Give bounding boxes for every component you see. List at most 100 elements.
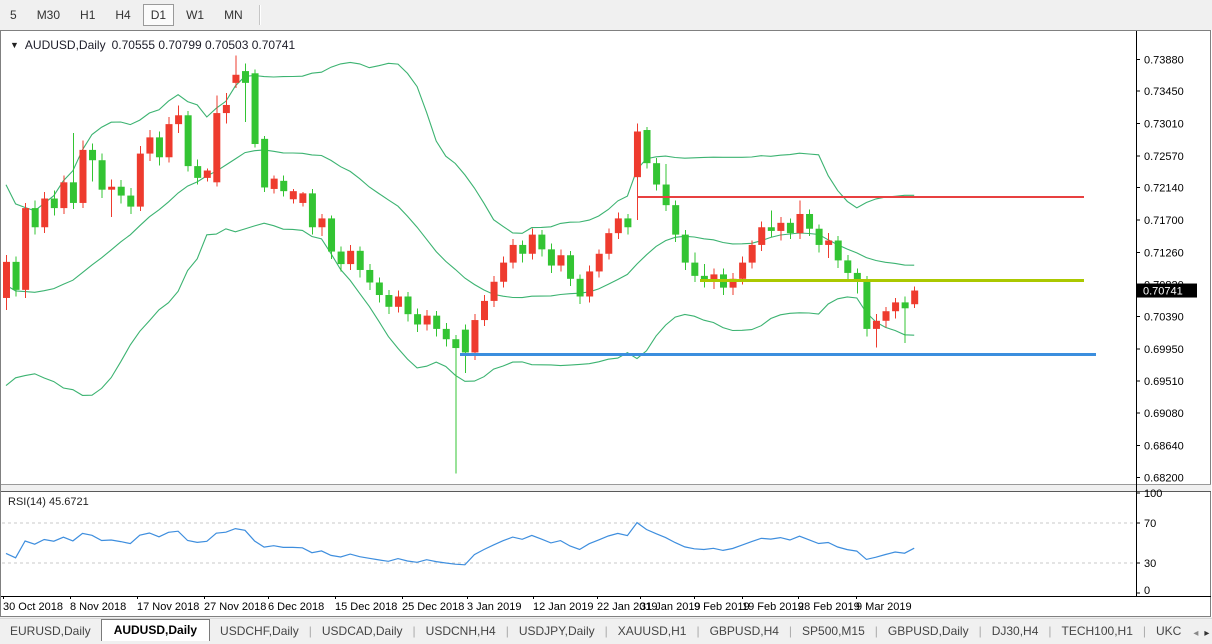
candle-body: [414, 314, 421, 324]
price-axis-label: 0.72570: [1144, 151, 1184, 163]
candle-body: [835, 241, 842, 261]
time-axis-label: 19 Feb 2019: [742, 601, 804, 613]
price-axis-label: 0.69950: [1144, 344, 1184, 356]
candle-body: [433, 316, 440, 329]
time-axis-label: 3 Jan 2019: [467, 601, 521, 613]
timeframe-button-h4[interactable]: H4: [107, 4, 138, 26]
candle-body: [825, 241, 832, 245]
candle-body: [127, 196, 134, 207]
candle-body: [596, 254, 603, 272]
candle-body: [844, 260, 851, 273]
chart-tab-usdjpy-daily[interactable]: USDJPY,Daily: [509, 621, 605, 642]
tab-scroll-right-icon[interactable]: ▸: [1204, 628, 1209, 639]
price-axis-label: 0.73450: [1144, 86, 1184, 98]
rsi-axis-label: 70: [1144, 518, 1156, 530]
tab-scroll-left-icon[interactable]: ◂: [1193, 628, 1198, 639]
price-axis-label: 0.73010: [1144, 118, 1184, 130]
candle-body: [577, 279, 584, 297]
timeframe-button-mn[interactable]: MN: [216, 4, 251, 26]
chart-tab-usdcad-daily[interactable]: USDCAD,Daily: [312, 621, 413, 642]
pane-divider-gap[interactable]: [1, 485, 1211, 491]
candle-body: [529, 235, 536, 254]
candle-body: [70, 182, 77, 203]
candle-body: [213, 113, 220, 182]
rsi-line: [6, 523, 914, 565]
candle-body: [682, 235, 689, 263]
candle-body: [204, 171, 211, 178]
candle-body: [185, 115, 192, 166]
chart-tab-xauusd-h1[interactable]: XAUUSD,H1: [608, 621, 697, 642]
candle-body: [816, 229, 823, 245]
chart-tab-ukc[interactable]: UKC: [1146, 621, 1191, 642]
candle-body: [538, 235, 545, 250]
candle-body: [280, 181, 287, 191]
candle-body: [51, 199, 58, 209]
candle-body: [32, 208, 39, 227]
candle-body: [108, 187, 115, 190]
price-axis-label: 0.68640: [1144, 440, 1184, 452]
chart-tab-tech100-h1[interactable]: TECH100,H1: [1052, 621, 1143, 642]
candle-body: [223, 105, 230, 113]
time-axis-label: 25 Dec 2018: [402, 601, 464, 613]
candle-body: [309, 193, 316, 227]
candle-body: [663, 185, 670, 206]
candle-body: [13, 262, 20, 290]
timeframe-button-d1[interactable]: D1: [143, 4, 174, 26]
candle-body: [471, 320, 478, 352]
chart-tab-usdchf-daily[interactable]: USDCHF,Daily: [210, 621, 309, 642]
time-axis-label: 28 Feb 2019: [798, 601, 860, 613]
chart-window[interactable]: 0.738800.734500.730100.725700.721400.717…: [0, 30, 1212, 617]
candle-body: [672, 205, 679, 234]
candle-body: [624, 218, 631, 227]
candle-body: [796, 214, 803, 233]
chart-title: ▼ AUDUSD,Daily 0.70555 0.70799 0.70503 0…: [10, 38, 295, 52]
time-axis-label: 12 Jan 2019: [533, 601, 594, 613]
candle-body: [89, 150, 96, 160]
chart-symbol-label: AUDUSD,Daily: [25, 38, 106, 52]
chart-tab-audusd-daily[interactable]: AUDUSD,Daily: [101, 619, 210, 642]
timeframe-button-m30[interactable]: M30: [29, 4, 68, 26]
chart-tab-gbpusd-daily[interactable]: GBPUSD,Daily: [878, 621, 979, 642]
time-axis-label: 30 Oct 2018: [3, 601, 63, 613]
candle-body: [500, 263, 507, 282]
time-axis-label: 27 Nov 2018: [204, 601, 266, 613]
candle-body: [3, 262, 10, 298]
bollinger-lower-band: [6, 223, 914, 395]
candle-body: [557, 255, 564, 265]
time-axis-label: 31 Jan 2019: [640, 601, 701, 613]
timeframe-toolbar: 5M30H1H4D1W1MN: [0, 0, 1212, 29]
timeframe-button-5[interactable]: 5: [2, 4, 25, 26]
candle-body: [156, 137, 163, 157]
bollinger-upper-band: [6, 62, 914, 233]
candle-body: [749, 245, 756, 263]
candle-body: [232, 75, 239, 83]
time-axis-label: 6 Dec 2018: [268, 601, 324, 613]
candle-body: [510, 245, 517, 263]
chart-tab-usdcnh-h4[interactable]: USDCNH,H4: [416, 621, 506, 642]
candle-body: [60, 182, 67, 208]
candle-body: [366, 270, 373, 283]
chart-tab-eurusd-daily[interactable]: EURUSD,Daily: [0, 621, 101, 642]
candle-body: [653, 163, 660, 184]
chart-canvas[interactable]: 0.738800.734500.730100.725700.721400.717…: [0, 30, 1212, 617]
candle-body: [739, 263, 746, 279]
candle-body: [462, 330, 469, 353]
candle-body: [99, 160, 106, 189]
candle-body: [385, 295, 392, 307]
timeframe-button-h1[interactable]: H1: [72, 4, 103, 26]
chart-tab-gbpusd-h4[interactable]: GBPUSD,H4: [700, 621, 789, 642]
timeframe-button-w1[interactable]: W1: [178, 4, 212, 26]
candle-body: [328, 218, 335, 251]
chart-tab-dj30-h4[interactable]: DJ30,H4: [982, 621, 1049, 642]
toolbar-separator: [259, 5, 261, 25]
candle-body: [41, 199, 48, 228]
candle-body: [758, 227, 765, 245]
candle-body: [491, 282, 498, 301]
candle-body: [22, 208, 29, 290]
candle-body: [261, 139, 268, 188]
candle-body: [338, 252, 345, 265]
chart-tab-sp500-m15[interactable]: SP500,M15: [792, 621, 875, 642]
symbol-dropdown-icon[interactable]: ▼: [10, 40, 19, 50]
tabs-holder: EURUSD,DailyAUDUSD,DailyUSDCHF,Daily|USD…: [0, 619, 1191, 642]
price-axis-label: 0.68200: [1144, 473, 1184, 485]
